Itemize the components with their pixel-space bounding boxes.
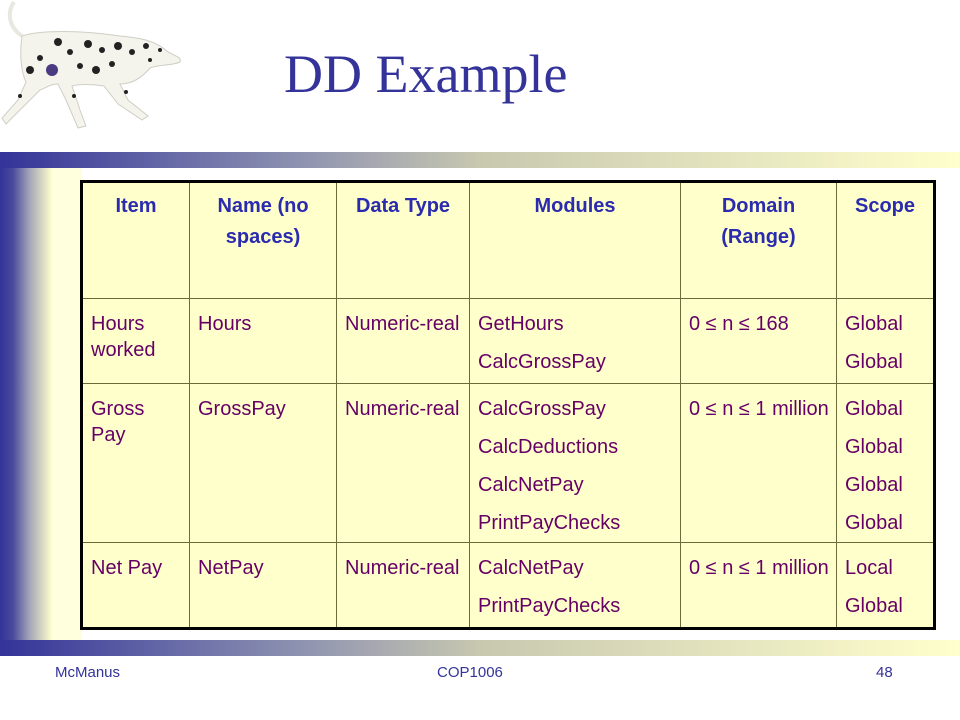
cell-modules: CalcGrossPay CalcDeductions CalcNetPay P… [469, 383, 681, 543]
cell-domain: 0 ≤ n ≤ 168 [680, 298, 837, 384]
cell-modules: GetHours CalcGrossPay [469, 298, 681, 384]
header-scope: Scope [836, 181, 935, 299]
table-row: Net Pay NetPay Numeric-real CalcNetPay P… [81, 542, 935, 629]
header-domain: Domain (Range) [680, 181, 837, 299]
footer-course: COP1006 [437, 664, 503, 681]
table-row: Gross Pay GrossPay Numeric-real CalcGros… [81, 383, 935, 543]
cell-scope: Local Global [836, 542, 935, 629]
cell-item: Net Pay [81, 542, 190, 629]
cell-scope: Global Global [836, 298, 935, 384]
left-gradient-bar [0, 168, 52, 640]
table-header-row: Item Name (no spaces) Data Type Modules … [81, 181, 935, 299]
cell-domain: 0 ≤ n ≤ 1 million [680, 542, 837, 629]
dalmatian-dog-icon [1, 0, 181, 129]
top-gradient-bar [0, 152, 960, 168]
header-modules: Modules [469, 181, 681, 299]
header-item: Item [81, 181, 190, 299]
left-pale-strip [52, 168, 82, 640]
cell-modules: CalcNetPay PrintPayChecks [469, 542, 681, 629]
cell-data-type: Numeric-real [336, 298, 470, 384]
cell-name: NetPay [189, 542, 337, 629]
header-data-type: Data Type [336, 181, 470, 299]
footer-author: McManus [55, 664, 121, 681]
header-name: Name (no spaces) [189, 181, 337, 299]
cell-item: Gross Pay [81, 383, 190, 543]
cell-data-type: Numeric-real [336, 383, 470, 543]
cell-item: Hours worked [81, 298, 190, 384]
cell-name: GrossPay [189, 383, 337, 543]
data-dictionary-table: Item Name (no spaces) Data Type Modules … [80, 180, 936, 630]
cell-data-type: Numeric-real [336, 542, 470, 629]
bottom-gradient-bar [0, 640, 960, 656]
table-row: Hours worked Hours Numeric-real GetHours… [81, 298, 935, 384]
cell-scope: Global Global Global Global [836, 383, 935, 543]
cell-name: Hours [189, 298, 337, 384]
cell-domain: 0 ≤ n ≤ 1 million [680, 383, 837, 543]
footer-page-number: 48 [876, 664, 893, 681]
slide-title: DD Example [284, 44, 568, 104]
